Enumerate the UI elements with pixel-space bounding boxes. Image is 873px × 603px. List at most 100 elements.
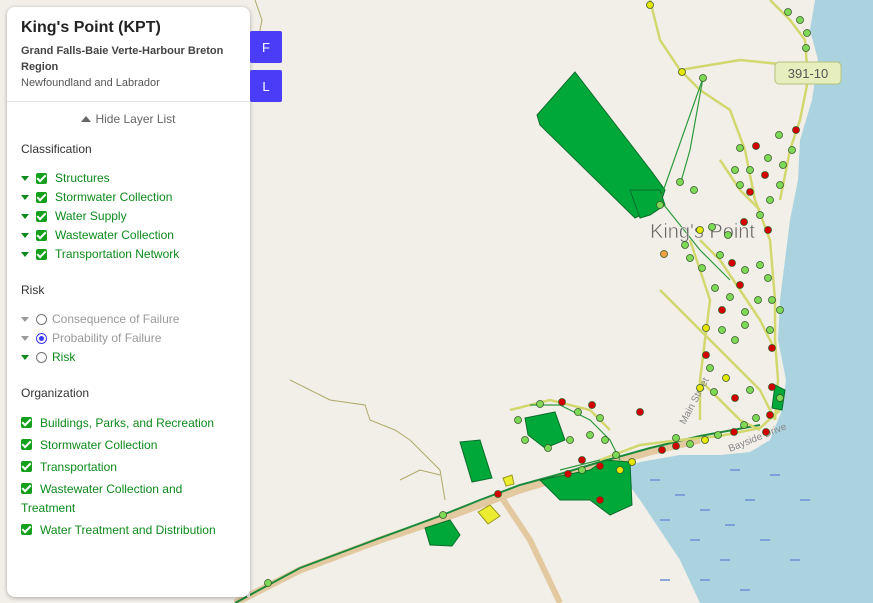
asset-point[interactable] [716,251,724,259]
checkbox-checked-icon[interactable] [21,461,32,472]
caret-down-icon[interactable] [21,194,29,200]
f-button[interactable]: F [250,31,282,63]
asset-point[interactable] [740,421,748,429]
asset-point[interactable] [514,416,522,424]
asset-point[interactable] [746,188,754,196]
asset-point[interactable] [660,250,668,258]
asset-point[interactable] [728,259,736,267]
asset-point[interactable] [714,431,722,439]
checkbox-checked-icon[interactable] [36,191,47,203]
asset-point[interactable] [731,336,739,344]
checkbox-checked-icon[interactable] [21,417,32,428]
asset-point[interactable] [698,264,706,272]
asset-point[interactable] [740,218,748,226]
asset-point[interactable] [776,306,784,314]
asset-point[interactable] [741,308,749,316]
asset-point[interactable] [796,16,804,24]
asset-point[interactable] [802,44,810,52]
asset-point[interactable] [596,496,604,504]
l-button[interactable]: L [250,70,282,102]
asset-point[interactable] [775,131,783,139]
asset-point[interactable] [690,186,698,194]
asset-point[interactable] [722,374,730,382]
asset-point[interactable] [658,446,666,454]
caret-down-icon[interactable] [21,213,29,219]
asset-point[interactable] [494,490,502,498]
asset-point[interactable] [578,466,586,474]
asset-point[interactable] [792,126,800,134]
asset-point[interactable] [601,436,609,444]
asset-point[interactable] [586,431,594,439]
asset-point[interactable] [628,458,636,466]
asset-point[interactable] [439,511,447,519]
asset-point[interactable] [636,408,644,416]
org-water-treatment-distribution[interactable]: Water Treatment and Distribution [21,521,236,540]
org-transportation[interactable]: Transportation [21,458,236,477]
caret-down-icon[interactable] [21,175,29,181]
asset-point[interactable] [596,462,604,470]
asset-point[interactable] [696,226,704,234]
asset-point[interactable] [756,261,764,269]
radio-icon[interactable] [36,351,47,363]
asset-point[interactable] [803,29,811,37]
asset-point[interactable] [686,440,694,448]
org-buildings-parks-recreation[interactable]: Buildings, Parks, and Recreation [21,414,236,433]
radio-probability-of-failure[interactable]: Probability of Failure [21,330,250,346]
asset-point[interactable] [766,411,774,419]
asset-point[interactable] [574,408,582,416]
caret-down-icon[interactable] [21,251,29,257]
checkbox-checked-icon[interactable] [36,172,47,184]
radio-consequence-of-failure[interactable]: Consequence of Failure [21,311,250,327]
asset-point[interactable] [730,428,738,436]
layer-stormwater-collection[interactable]: Stormwater Collection [21,189,250,205]
asset-point[interactable] [788,146,796,154]
checkbox-checked-icon[interactable] [21,483,32,494]
asset-point[interactable] [646,1,654,9]
asset-point[interactable] [768,383,776,391]
asset-point[interactable] [708,223,716,231]
asset-point[interactable] [741,266,749,274]
asset-point[interactable] [616,466,624,474]
checkbox-checked-icon[interactable] [21,524,32,535]
asset-point[interactable] [702,351,710,359]
asset-point[interactable] [701,436,709,444]
asset-point[interactable] [764,274,772,282]
asset-point[interactable] [564,470,572,478]
asset-point[interactable] [588,401,596,409]
asset-point[interactable] [752,142,760,150]
asset-point[interactable] [710,388,718,396]
asset-point[interactable] [521,436,529,444]
asset-point[interactable] [686,254,694,262]
hide-layer-list-button[interactable]: Hide Layer List [7,112,250,126]
asset-point[interactable] [779,161,787,169]
org-wastewater-collection-treatment[interactable]: Wastewater Collection and Treatment [21,480,236,518]
checkbox-checked-icon[interactable] [36,229,47,241]
layer-structures[interactable]: Structures [21,170,250,186]
caret-down-icon[interactable] [21,335,29,341]
asset-point[interactable] [736,281,744,289]
asset-point[interactable] [762,428,770,436]
asset-point[interactable] [706,364,714,372]
asset-point[interactable] [752,414,760,422]
asset-point[interactable] [731,166,739,174]
radio-selected-icon[interactable] [36,332,47,344]
caret-down-icon[interactable] [21,232,29,238]
asset-point[interactable] [766,196,774,204]
checkbox-checked-icon[interactable] [21,439,32,450]
asset-point[interactable] [558,398,566,406]
asset-point[interactable] [754,296,762,304]
asset-point[interactable] [678,68,686,76]
asset-point[interactable] [731,394,739,402]
checkbox-checked-icon[interactable] [36,248,47,260]
asset-point[interactable] [766,326,774,334]
asset-point[interactable] [612,451,620,459]
radio-icon[interactable] [36,313,47,325]
asset-point[interactable] [736,144,744,152]
asset-point[interactable] [776,181,784,189]
asset-point[interactable] [746,166,754,174]
asset-point[interactable] [746,386,754,394]
asset-point[interactable] [672,442,680,450]
caret-down-icon[interactable] [21,354,29,360]
asset-point[interactable] [566,436,574,444]
asset-point[interactable] [756,211,764,219]
